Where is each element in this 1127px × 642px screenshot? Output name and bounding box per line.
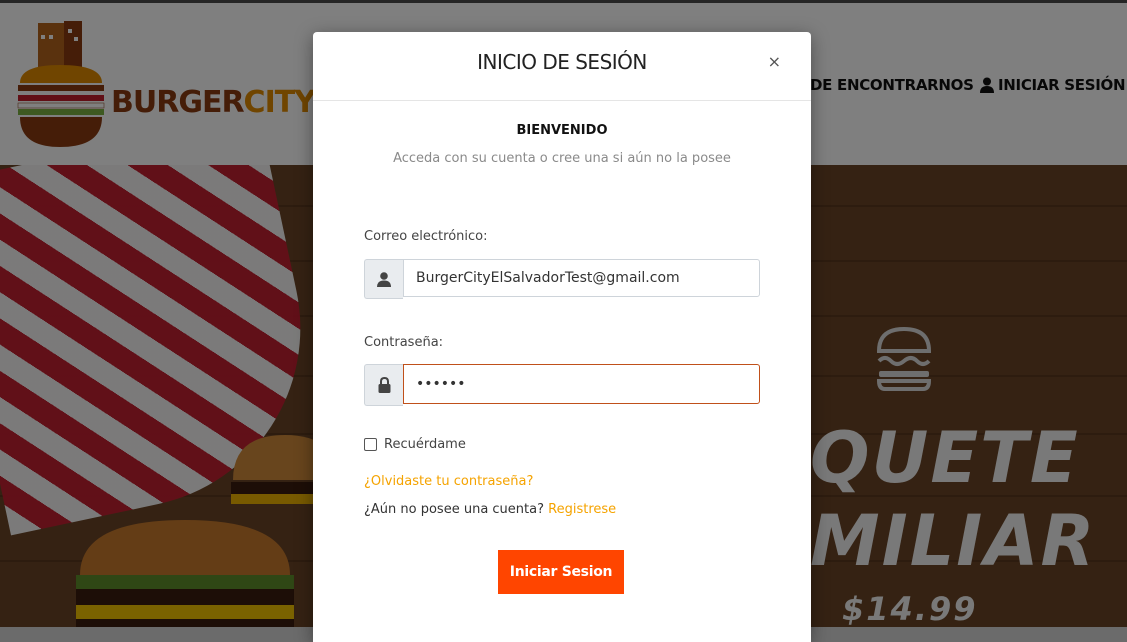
no-account-label: ¿Aún no posee una cuenta?: [364, 502, 549, 517]
remember-me[interactable]: Recuérdame: [364, 437, 466, 452]
password-label: Contraseña:: [364, 335, 444, 350]
password-addon: [364, 364, 403, 406]
login-submit-button[interactable]: Iniciar Sesion: [498, 550, 624, 594]
modal-header: INICIO DE SESIÓN ×: [313, 32, 811, 101]
lock-icon: [378, 377, 390, 393]
welcome-subtitle: Acceda con su cuenta o cree una si aún n…: [393, 151, 731, 166]
remember-checkbox[interactable]: [364, 438, 377, 451]
register-link[interactable]: Registrese: [548, 502, 616, 517]
remember-label: Recuérdame: [384, 437, 466, 452]
forgot-password-link[interactable]: ¿Olvidaste tu contraseña?: [364, 474, 533, 489]
email-label: Correo electrónico:: [364, 229, 488, 244]
modal-title: INICIO DE SESIÓN: [477, 50, 647, 74]
close-button[interactable]: ×: [768, 52, 781, 71]
email-field[interactable]: BurgerCityElSalvadorTest@gmail.com: [403, 259, 760, 297]
no-account-text: ¿Aún no posee una cuenta? Registrese: [364, 502, 616, 517]
email-input-group: BurgerCityElSalvadorTest@gmail.com: [364, 259, 760, 299]
email-addon: [364, 259, 403, 299]
password-input-group: ••••••: [364, 364, 760, 406]
welcome-heading: BIENVENIDO: [516, 123, 608, 138]
login-modal: INICIO DE SESIÓN × BIENVENIDO Acceda con…: [313, 32, 811, 642]
user-icon: [377, 271, 391, 287]
password-field[interactable]: ••••••: [403, 364, 760, 404]
